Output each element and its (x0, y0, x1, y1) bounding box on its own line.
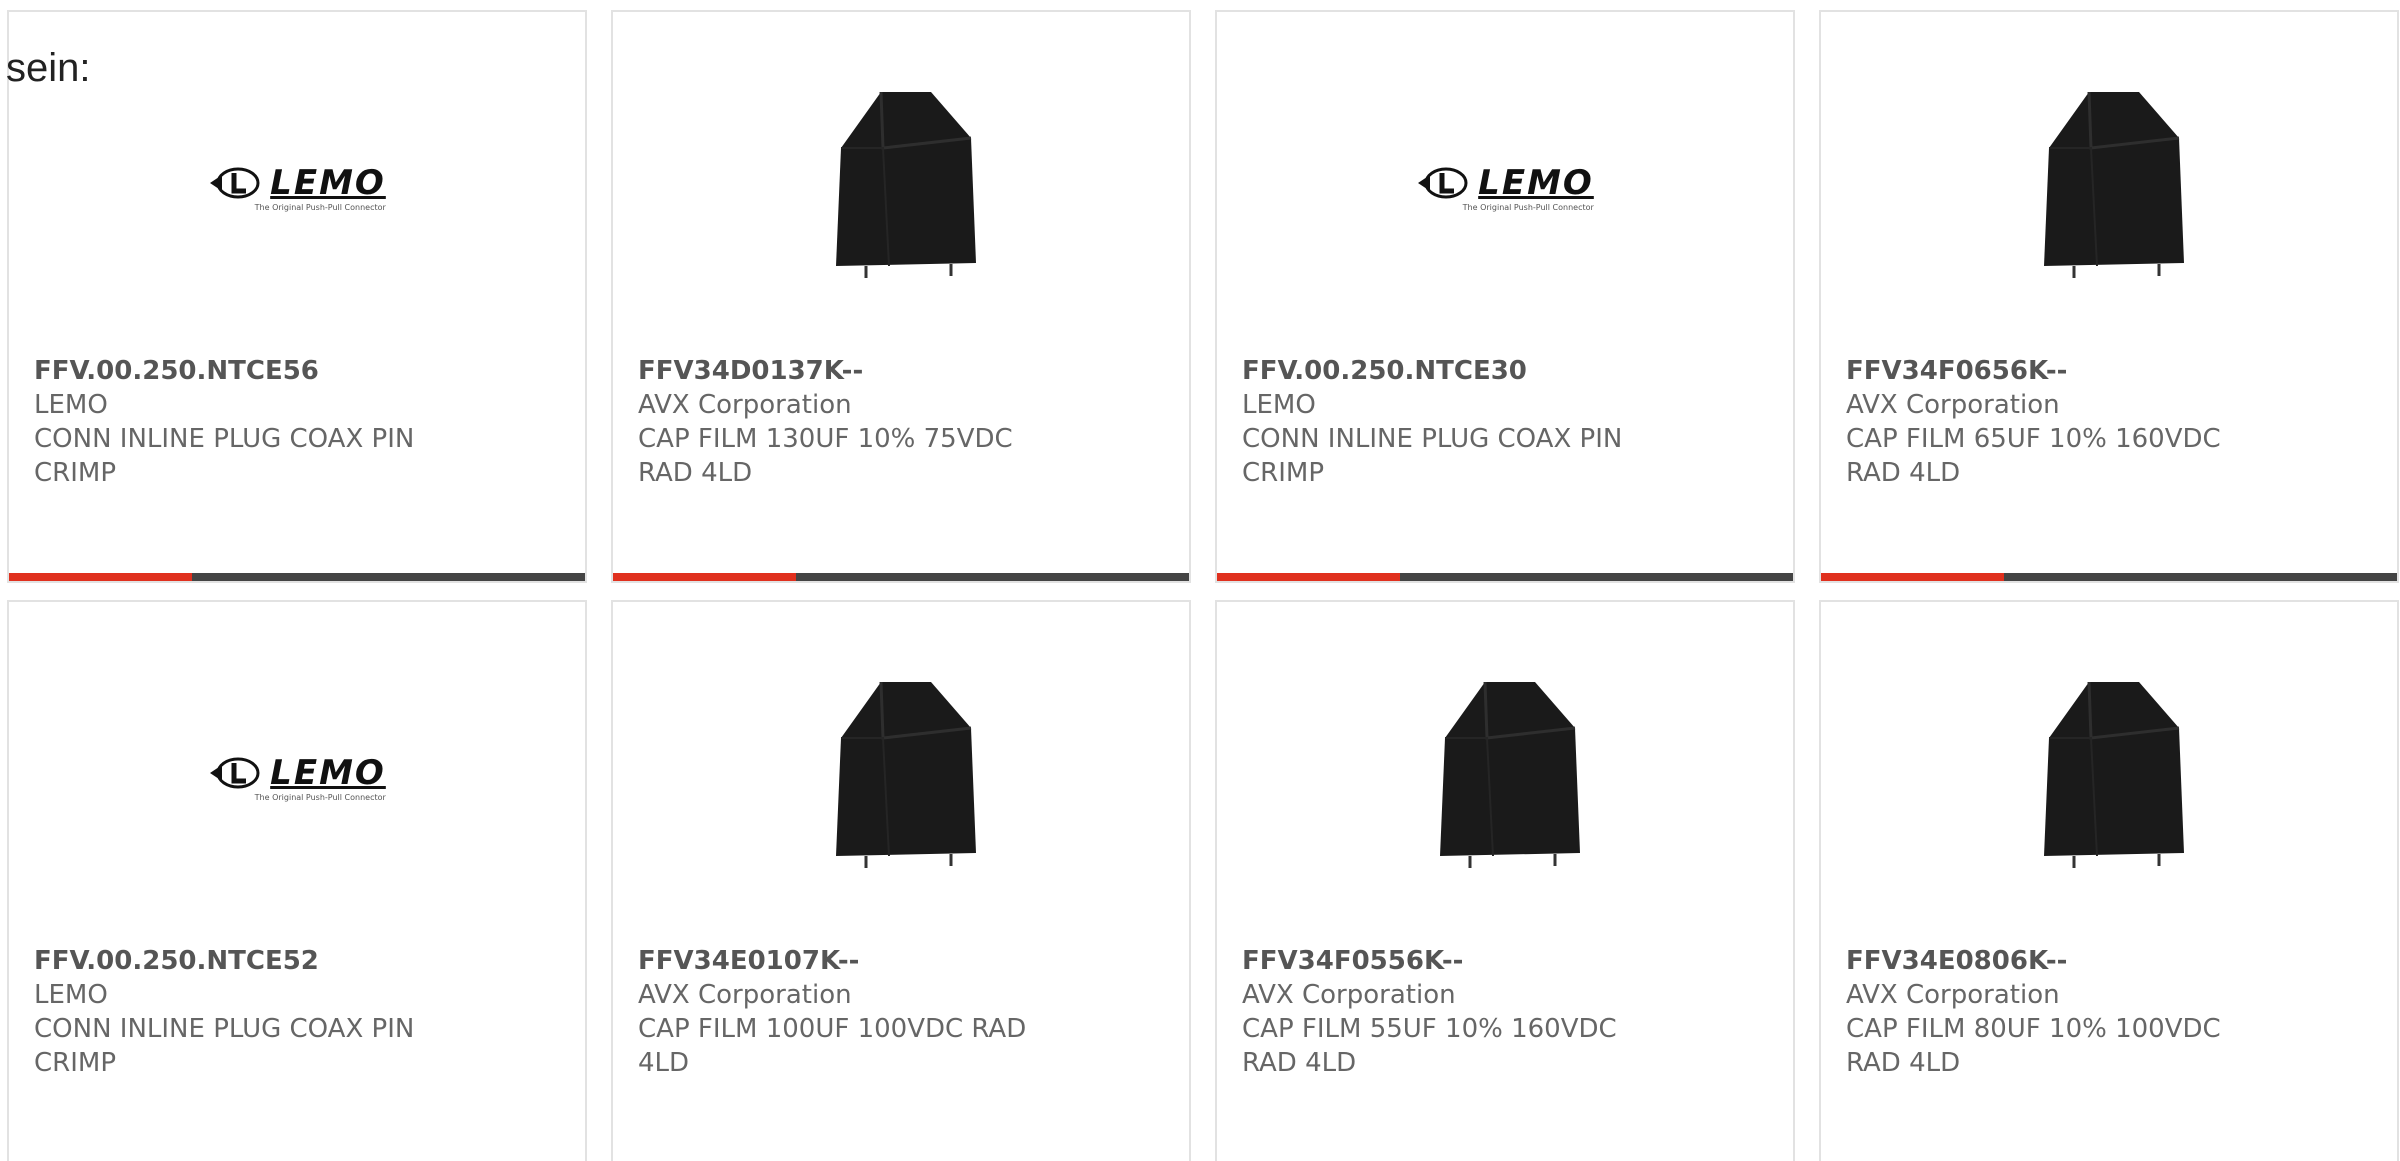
capacitor-image (613, 88, 1189, 288)
description: CAP FILM 130UF 10% 75VDC RAD 4LD (638, 424, 1013, 488)
part-number-link[interactable]: FFV34F0656K-- (1846, 354, 2266, 388)
description: CONN INLINE PLUG COAX PIN CRIMP (1242, 424, 1623, 488)
lemo-tagline: The Original Push-Pull Connector (1462, 202, 1594, 212)
description: CAP FILM 65UF 10% 160VDC RAD 4LD (1846, 424, 2221, 488)
accent-bar (613, 573, 796, 581)
card-bottom-bar (1217, 573, 1793, 581)
product-card[interactable]: LEMO The Original Push-Pull Connector FF… (7, 600, 587, 1161)
lemo-wordmark: LEMO (270, 162, 386, 203)
lemo-tagline: The Original Push-Pull Connector (254, 202, 386, 212)
lemo-wordmark: LEMO (1478, 162, 1594, 203)
intro-text: sein: (6, 46, 91, 90)
part-number-link[interactable]: FFV34E0806K-- (1846, 944, 2266, 978)
manufacturer: LEMO (1242, 390, 1316, 420)
lemo-logo-image: LEMO The Original Push-Pull Connector (9, 88, 585, 288)
capacitor-image (1821, 88, 2397, 288)
film-capacitor-icon (2044, 681, 2184, 868)
description: CAP FILM 55UF 10% 160VDC RAD 4LD (1242, 1014, 1617, 1078)
part-number-link[interactable]: FFV.00.250.NTCE30 (1242, 354, 1662, 388)
product-card[interactable]: FFV34F0656K-- AVX Corporation CAP FILM 6… (1819, 10, 2399, 583)
lemo-emblem-icon (1418, 167, 1468, 198)
capacitor-image (1217, 678, 1793, 878)
part-number-link[interactable]: FFV34D0137K-- (638, 354, 1058, 388)
lemo-tagline: The Original Push-Pull Connector (254, 792, 386, 802)
lemo-logo-image: LEMO The Original Push-Pull Connector (9, 678, 585, 878)
product-card[interactable]: FFV34E0806K-- AVX Corporation CAP FILM 8… (1819, 600, 2399, 1161)
manufacturer: AVX Corporation (1846, 980, 2060, 1010)
part-number-link[interactable]: FFV34F0556K-- (1242, 944, 1662, 978)
description: CAP FILM 80UF 10% 100VDC RAD 4LD (1846, 1014, 2221, 1078)
card-bottom-bar (1821, 573, 2397, 581)
lemo-logo-image: LEMO The Original Push-Pull Connector (1217, 88, 1793, 288)
description: CAP FILM 100UF 100VDC RAD 4LD (638, 1014, 1027, 1078)
manufacturer: LEMO (34, 980, 108, 1010)
manufacturer: AVX Corporation (638, 390, 852, 420)
card-bottom-bar (9, 573, 585, 581)
lemo-emblem-icon (210, 757, 260, 788)
description: CONN INLINE PLUG COAX PIN CRIMP (34, 1014, 415, 1078)
capacitor-image (1821, 678, 2397, 878)
product-card[interactable]: LEMO The Original Push-Pull Connector FF… (1215, 10, 1795, 583)
lemo-wordmark: LEMO (270, 752, 386, 793)
part-number-link[interactable]: FFV.00.250.NTCE56 (34, 354, 454, 388)
accent-bar (9, 573, 192, 581)
lemo-emblem-icon (210, 167, 260, 198)
product-card[interactable]: FFV34D0137K-- AVX Corporation CAP FILM 1… (611, 10, 1191, 583)
part-number-link[interactable]: FFV.00.250.NTCE52 (34, 944, 454, 978)
part-number-link[interactable]: FFV34E0107K-- (638, 944, 1058, 978)
film-capacitor-icon (836, 681, 976, 868)
manufacturer: AVX Corporation (638, 980, 852, 1010)
manufacturer: AVX Corporation (1242, 980, 1456, 1010)
accent-bar (1821, 573, 2004, 581)
manufacturer: LEMO (34, 390, 108, 420)
card-bottom-bar (613, 573, 1189, 581)
accent-bar (1217, 573, 1400, 581)
product-card[interactable]: FFV34F0556K-- AVX Corporation CAP FILM 5… (1215, 600, 1795, 1161)
film-capacitor-icon (1440, 681, 1580, 868)
product-card[interactable]: FFV34E0107K-- AVX Corporation CAP FILM 1… (611, 600, 1191, 1161)
product-card[interactable]: LEMO The Original Push-Pull Connector FF… (7, 10, 587, 583)
description: CONN INLINE PLUG COAX PIN CRIMP (34, 424, 415, 488)
film-capacitor-icon (836, 91, 976, 278)
manufacturer: AVX Corporation (1846, 390, 2060, 420)
film-capacitor-icon (2044, 91, 2184, 278)
capacitor-image (613, 678, 1189, 878)
